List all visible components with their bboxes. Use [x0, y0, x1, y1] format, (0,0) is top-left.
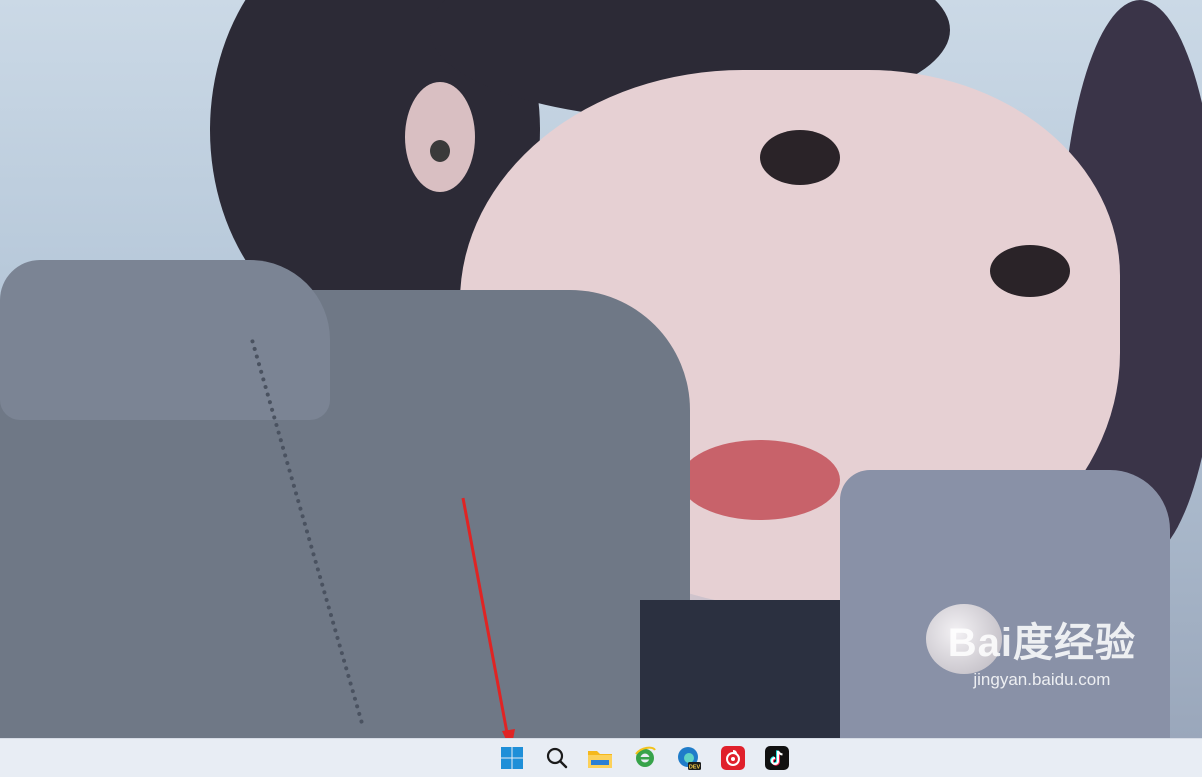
ie-browser-icon[interactable] — [632, 745, 658, 771]
red-arrow-annotation — [461, 497, 515, 750]
tiktok-icon[interactable] — [764, 745, 790, 771]
svg-text:DEV: DEV — [689, 764, 701, 770]
netease-music-icon[interactable] — [720, 745, 746, 771]
taskbar: DEV — [0, 738, 1202, 777]
file-explorer-icon[interactable] — [587, 745, 613, 771]
search-icon[interactable] — [544, 745, 570, 771]
windows-start-icon[interactable] — [499, 745, 525, 771]
edge-dev-icon[interactable]: DEV — [676, 745, 702, 771]
